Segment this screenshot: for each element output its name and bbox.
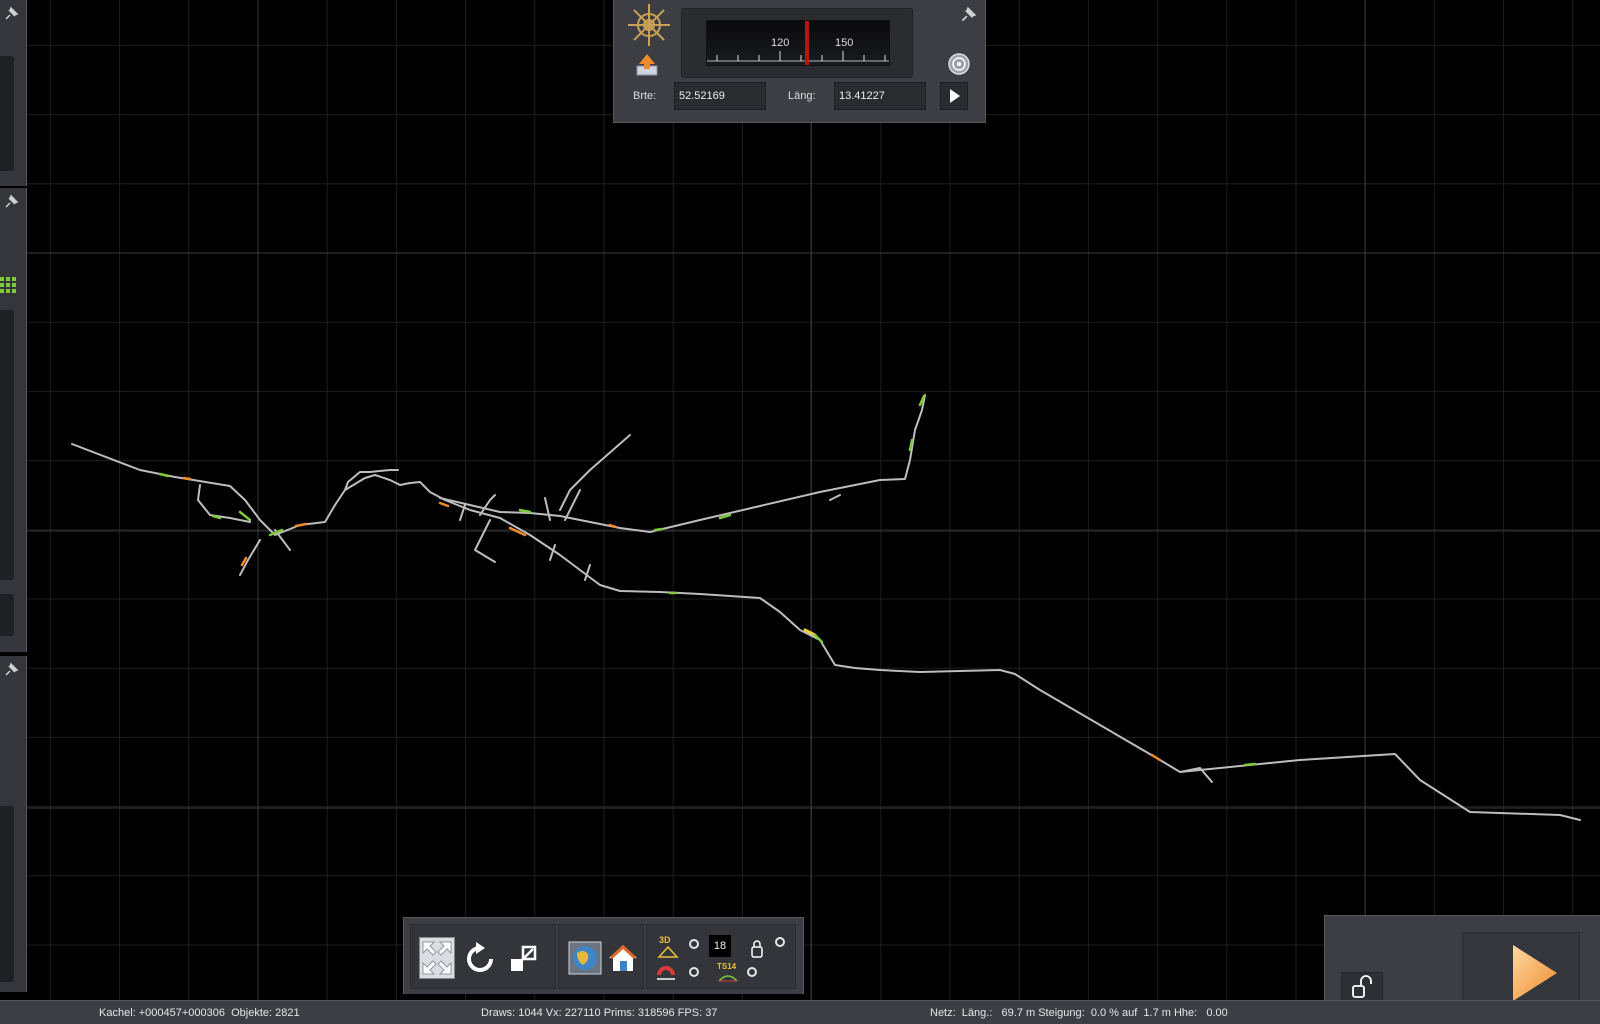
navigation-group [558,924,644,989]
pin-icon[interactable] [3,194,19,210]
unlock-button[interactable] [1341,972,1383,1002]
display-options-group: 3D 18 TS14 [646,924,796,989]
gauge-tick-label: 120 [771,37,790,49]
latitude-field[interactable]: 52.52169 [674,82,766,110]
home-icon[interactable] [605,937,641,979]
grid-view-icon[interactable] [0,276,18,294]
gauge-tick-label: 150 [835,37,854,49]
lock-icon[interactable] [747,939,769,959]
expand-arrows-icon [422,941,452,975]
snap-radio[interactable] [689,967,699,977]
bottom-toolbar: 3D 18 TS14 [403,917,804,994]
heading-gauge[interactable]: 120 150 [681,8,913,78]
locate-target-icon[interactable] [947,52,971,76]
panel-content [0,806,14,982]
pick-object-icon[interactable] [507,937,543,979]
pin-icon[interactable] [959,6,977,24]
play-arrow-icon [950,89,960,103]
tile-info: Kachel: +000457+000306 Objekte: 2821 [99,1007,300,1019]
pin-icon[interactable] [3,6,19,22]
compass-panel: 120 150 Brte: 52.52169 Läng: 13.41227 [613,0,986,123]
latitude-label: Brte: [633,90,657,102]
left-panel-middle[interactable] [0,188,27,652]
rail-network[interactable] [71,394,1581,821]
3d-view-icon[interactable] [657,939,679,959]
minor-grid [0,0,1600,1000]
track-info: Netz: Läng.: 69.7 m Steigung: 0.0 % auf … [930,1007,1228,1019]
gauge-scale: 120 150 [706,20,890,66]
ts-track-icon[interactable] [717,969,739,989]
rotate-icon[interactable] [463,937,499,979]
gauge-ticks [707,21,889,65]
view-tools-group [410,924,556,989]
globe-icon[interactable] [567,937,603,979]
ts-radio[interactable] [747,967,757,977]
lock-radio[interactable] [775,937,785,947]
padlock-open-icon [1352,975,1372,998]
map-viewport[interactable] [0,0,1600,1024]
panel-content [0,56,14,171]
go-to-coordinates-button[interactable] [940,82,968,110]
magnet-icon[interactable] [655,963,677,983]
status-bar: Kachel: +000457+000306 Objekte: 2821 Dra… [0,1000,1600,1024]
compass-rose-icon[interactable] [626,2,672,48]
zoom-level-display[interactable]: 18 [709,935,731,957]
start-simulation-button[interactable] [1462,932,1580,1001]
north-up-icon[interactable] [634,52,660,78]
3d-view-radio[interactable] [689,939,699,949]
panel-content [0,594,14,636]
play-triangle-icon [1513,945,1557,1001]
panel-content [0,310,14,580]
longitude-field[interactable]: 13.41227 [834,82,926,110]
start-driving-panel [1324,915,1600,1002]
render-stats: Draws: 1044 Vx: 227110 Prims: 318596 FPS… [481,1007,718,1019]
fit-view-button[interactable] [419,937,455,979]
left-panel-top[interactable] [0,0,27,186]
pin-icon[interactable] [3,662,19,678]
longitude-label: Läng: [788,90,816,102]
major-grid [0,0,1600,1000]
heading-needle [805,21,809,65]
left-panel-bottom[interactable] [0,656,27,992]
